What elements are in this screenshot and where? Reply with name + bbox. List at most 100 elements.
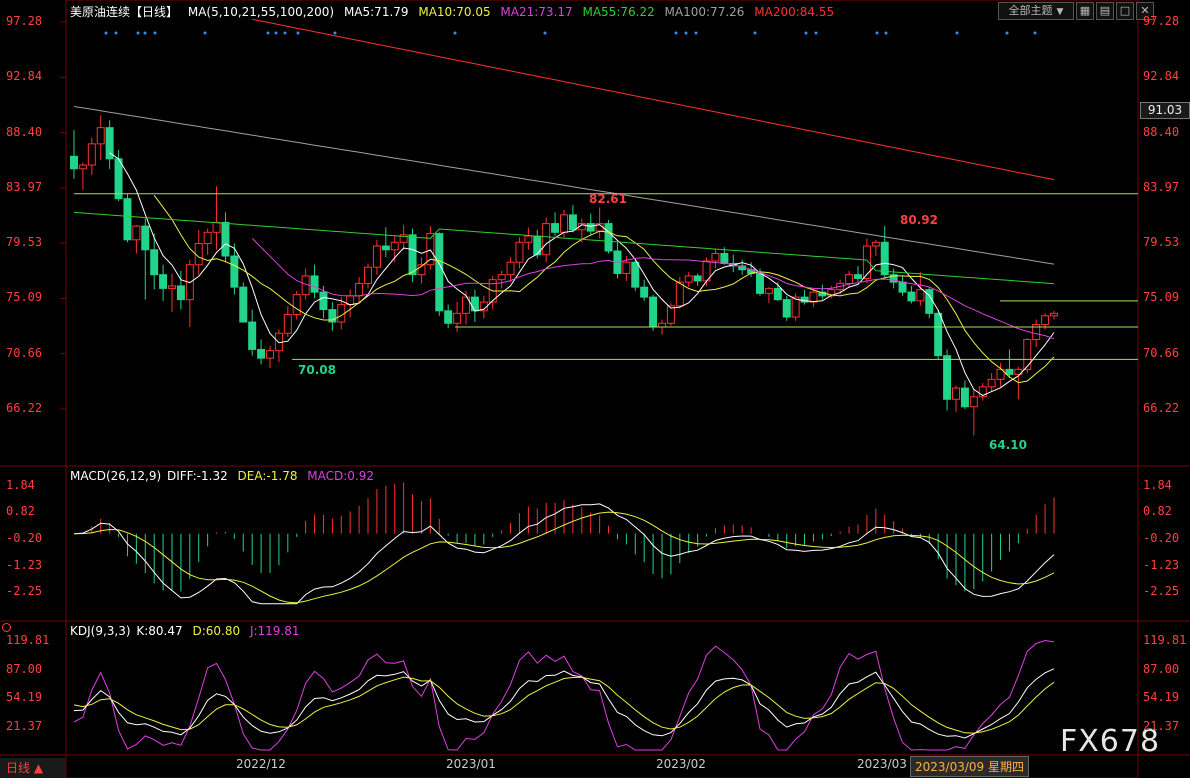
kdj-tick-left: 119.81	[6, 633, 50, 647]
candle-body	[114, 158, 123, 200]
ma10-value: MA10:70.05	[418, 5, 491, 19]
kdj-tick-right: 119.81	[1143, 633, 1187, 647]
event-dot	[283, 31, 287, 35]
kdj-tick-right: 21.37	[1143, 719, 1180, 733]
candle-body	[622, 261, 631, 274]
candle-body	[408, 234, 417, 276]
kdj-tick-right: 87.00	[1143, 661, 1180, 676]
price-chart[interactable]	[0, 0, 1190, 778]
chart-stage[interactable]: 美原油连续【日线】 MA(5,10,21,55,100,200) MA5:71.…	[0, 0, 1190, 778]
macd-tick-left: 0.82	[6, 504, 35, 519]
candle-body	[266, 350, 274, 359]
candle-body	[141, 225, 150, 251]
candle-body	[871, 241, 880, 247]
candle-body	[87, 143, 96, 166]
event-dot	[296, 31, 300, 35]
annotation-high-2: 80.92	[900, 213, 938, 227]
kdj-tick-left: 54.19	[6, 690, 43, 705]
event-dot	[694, 31, 698, 35]
layout-icon[interactable]: ▦	[1076, 2, 1094, 20]
candle-body	[1023, 338, 1032, 370]
price-tick-left: 79.53	[6, 235, 43, 250]
candle-body	[907, 291, 916, 302]
candle-body	[568, 214, 577, 231]
annotation-low-1: 70.08	[298, 363, 336, 377]
plot-frame	[65, 0, 1139, 778]
candle-body	[497, 274, 506, 281]
price-tick-right: 83.97	[1143, 179, 1180, 194]
kdj-tick-left: 21.37	[6, 719, 43, 733]
kdj-d-line	[73, 676, 1055, 734]
candle-body	[934, 312, 943, 357]
event-dot	[203, 31, 207, 35]
ma200-line	[252, 18, 1055, 181]
candle-body	[649, 296, 658, 328]
macd-tick-left: -0.20	[6, 530, 43, 545]
candle-body	[257, 348, 266, 359]
kdj-k: K:80.47	[136, 624, 183, 638]
macd-tick-left: 1.84	[6, 478, 35, 492]
ma200-value: MA200:84.55	[754, 5, 835, 19]
candle-body	[560, 214, 568, 233]
event-dot	[114, 31, 118, 35]
event-dot	[955, 31, 959, 35]
candle-body	[1041, 315, 1050, 326]
ma100-line	[73, 106, 1055, 265]
candle-body	[230, 255, 239, 288]
candle-body	[809, 291, 818, 303]
event-dot	[684, 31, 688, 35]
macd-params: MACD(26,12,9)	[70, 469, 162, 483]
theme-select[interactable]: 全部主题 ▼	[998, 2, 1074, 20]
kdj-d: D:60.80	[192, 624, 241, 638]
current-price-tag: 91.03	[1140, 102, 1190, 119]
candle-body	[862, 245, 871, 279]
maximize-icon[interactable]: □	[1116, 2, 1134, 20]
event-dot	[753, 31, 757, 35]
price-tick-right: 79.53	[1143, 235, 1180, 250]
candle-body	[159, 274, 168, 289]
macd-tick-left: -2.25	[6, 584, 43, 598]
candle-body	[943, 355, 952, 400]
candle-body	[150, 249, 159, 276]
price-tick-left: 88.40	[6, 124, 43, 139]
x-label-1: 2022/12	[236, 757, 286, 771]
event-dot	[814, 31, 818, 35]
kdj-settings-icon[interactable]	[2, 623, 11, 632]
kdj-j: J:119.81	[249, 624, 300, 638]
candle-body	[604, 223, 613, 252]
price-tick-left: 83.97	[6, 179, 43, 194]
candle-body	[1005, 368, 1014, 375]
candle-body	[292, 294, 301, 316]
event-dot	[1033, 31, 1037, 35]
ma21-value: MA21:73.17	[500, 5, 573, 19]
kdj-header: KDJ(9,3,3) K:80.47 D:60.80 J:119.81	[70, 624, 306, 638]
candle-body	[773, 287, 782, 301]
event-dot	[153, 31, 157, 35]
main-header: 美原油连续【日线】 MA(5,10,21,55,100,200) MA5:71.…	[70, 3, 840, 20]
x-label-3: 2023/02	[656, 757, 706, 771]
price-tick-left: 70.66	[6, 345, 43, 360]
grid-icon[interactable]: ▤	[1096, 2, 1114, 20]
event-dot	[274, 31, 278, 35]
ma-params: MA(5,10,21,55,100,200)	[187, 5, 335, 19]
period-tag: 【日线】	[130, 5, 179, 19]
candle-body	[960, 387, 969, 408]
price-tick-right: 70.66	[1143, 345, 1180, 360]
candle-body	[78, 164, 87, 170]
ma55-value: MA55:76.22	[582, 5, 655, 19]
candle-body	[239, 286, 248, 323]
x-label-2: 2023/01	[446, 757, 496, 771]
candle-body	[176, 285, 185, 301]
event-dot	[543, 31, 547, 35]
candle-body	[381, 245, 390, 251]
candle-body	[542, 223, 551, 256]
period-select[interactable]: 日线 ▲	[0, 758, 66, 778]
macd-tick-right: -1.23	[1143, 557, 1180, 572]
price-tick-right: 92.84	[1143, 69, 1180, 84]
candle-body	[390, 241, 399, 251]
candle-body	[70, 155, 78, 170]
candle-body	[515, 241, 524, 263]
event-dot	[875, 31, 879, 35]
candle-body	[791, 296, 800, 318]
annotation-high-1: 82.61	[589, 192, 627, 206]
